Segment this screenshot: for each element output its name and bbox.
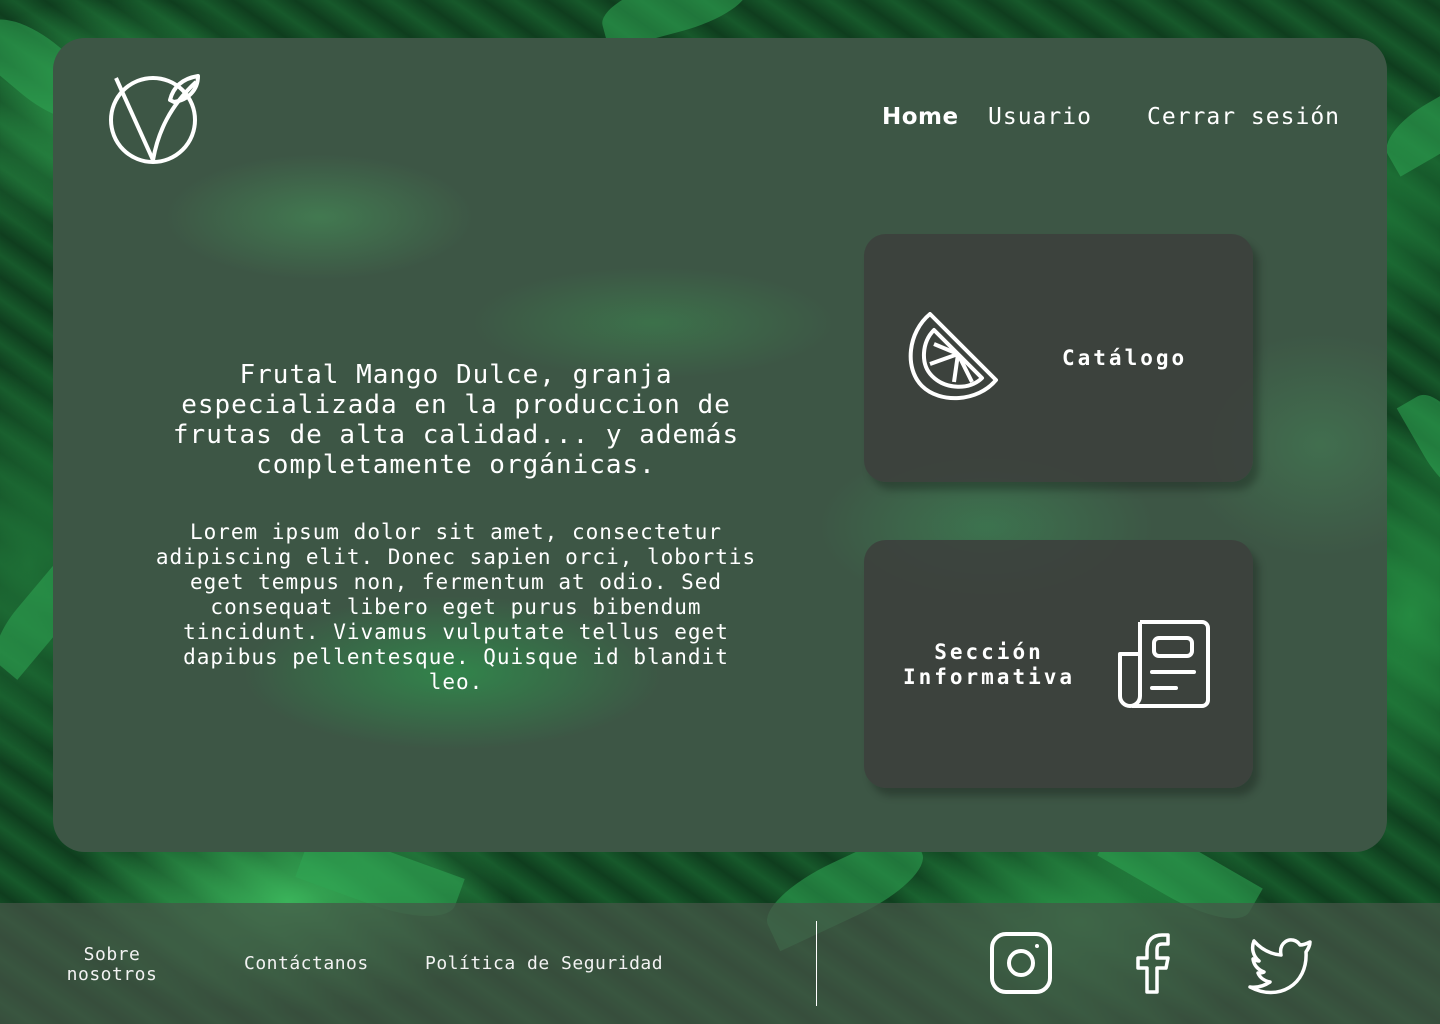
instagram-icon[interactable]: [988, 930, 1054, 996]
info-section-label: Sección Informativa: [902, 640, 1076, 689]
nav-logout-link[interactable]: Cerrar sesión: [1147, 104, 1340, 136]
catalog-card[interactable]: Catálogo: [864, 234, 1253, 482]
organic-vegan-leaf-logo-icon[interactable]: [108, 72, 202, 166]
catalog-label: Catálogo: [1062, 346, 1188, 370]
nav-user-link[interactable]: Usuario: [988, 104, 1092, 136]
twitter-icon[interactable]: [1248, 930, 1314, 996]
intro-headline: Frutal Mango Dulce, granja especializada…: [172, 360, 740, 480]
footer-divider: [816, 921, 817, 1006]
facebook-icon[interactable]: [1120, 930, 1186, 996]
footer: Sobre nosotros Contáctanos Política de S…: [0, 903, 1440, 1024]
leaf-decoration: [1396, 384, 1440, 504]
footer-contact-link[interactable]: Contáctanos: [244, 954, 369, 974]
intro-body: Lorem ipsum dolor sit amet, consectetur …: [155, 520, 757, 694]
newspaper-icon: [1118, 620, 1210, 708]
citrus-slice-icon: [908, 312, 998, 400]
footer-about-link[interactable]: Sobre nosotros: [62, 945, 162, 985]
footer-policy-link[interactable]: Política de Seguridad: [425, 954, 663, 974]
info-section-card[interactable]: Sección Informativa: [864, 540, 1253, 788]
nav-home-link[interactable]: Home: [882, 104, 959, 136]
